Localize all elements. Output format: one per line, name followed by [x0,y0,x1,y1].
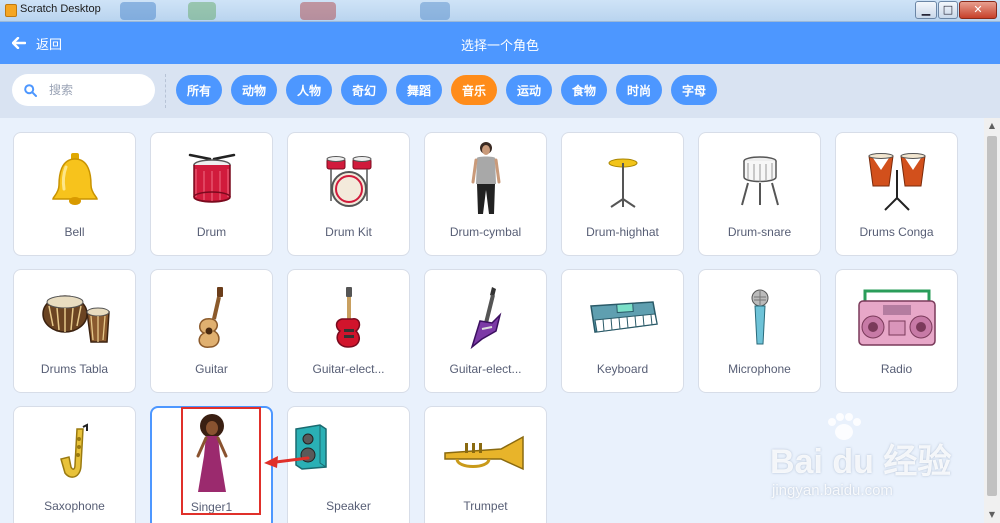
window-title: Scratch Desktop [20,3,101,15]
scroll-up-arrow-icon[interactable]: ▲ [984,118,1000,134]
search-input[interactable] [49,83,139,97]
sprite-name: Saxophone [44,499,105,513]
maximize-button[interactable]: □ [938,1,958,19]
drum-highhat-icon [562,141,683,221]
sprite-card-bell[interactable]: Bell [13,132,136,256]
drums-conga-icon [836,141,957,221]
sprite-name: Guitar [195,362,228,376]
background-thumbnail [300,2,336,20]
filter-bar: 所有 动物 人物 奇幻 舞蹈 音乐 运动 食物 时尚 字母 [0,64,1000,118]
sprite-card-speaker[interactable]: Speaker [287,406,410,523]
speaker-icon [250,407,371,487]
tag-music[interactable]: 音乐 [451,75,497,105]
sprite-card-drum-snare[interactable]: Drum-snare [698,132,821,256]
microphone-icon [699,278,820,358]
back-label: 返回 [36,37,63,53]
search-icon [24,83,37,97]
tag-fantasy[interactable]: 奇幻 [341,75,387,105]
scroll-down-arrow-icon[interactable]: ▼ [984,507,1000,523]
keyboard-icon [562,278,683,358]
sprite-name: Drum Kit [325,225,372,239]
tag-animals[interactable]: 动物 [231,75,277,105]
drums-tabla-icon [14,278,135,358]
sprite-card-trumpet[interactable]: Trumpet [424,406,547,523]
sprite-name: Guitar-elect... [449,362,522,376]
sprite-name: Singer1 [190,500,233,514]
sprite-name: Radio [880,362,913,376]
sprite-card-saxophone[interactable]: Saxophone [13,406,136,523]
drum-icon [151,141,272,221]
radio-icon [836,278,957,358]
bell-icon [14,141,135,221]
page-title: 选择一个角色 [460,39,539,54]
vertical-scrollbar[interactable]: ▲ ▼ [984,118,1000,523]
sprite-name: Microphone [728,362,791,376]
tag-food[interactable]: 食物 [561,75,607,105]
sprite-card-drums-tabla[interactable]: Drums Tabla [13,269,136,393]
tag-people[interactable]: 人物 [286,75,332,105]
sprite-card-microphone[interactable]: Microphone [698,269,821,393]
drum-cymbal-icon [425,137,546,223]
back-button[interactable]: 返回 [12,22,62,64]
sprite-name: Drums Conga [859,225,934,239]
sprite-name: Drums Tabla [40,362,109,376]
sprite-card-radio[interactable]: Radio [835,269,958,393]
minimize-button[interactable]: ▁ [915,1,937,19]
tag-sports[interactable]: 运动 [506,75,552,105]
sprite-card-drum[interactable]: Drum [150,132,273,256]
saxophone-icon [14,415,135,495]
sprite-name: Keyboard [596,362,649,376]
sprite-card-drum-cymbal[interactable]: Drum-cymbal [424,132,547,256]
tag-fashion[interactable]: 时尚 [616,75,662,105]
sprite-card-guitar-electric1[interactable]: Guitar-elect... [287,269,410,393]
sprite-name: Drum-highhat [586,225,659,239]
scratch-app-icon [5,4,17,17]
sprite-card-guitar[interactable]: Guitar [150,269,273,393]
library-header: 返回 选择一个角色 [0,22,1000,64]
close-button[interactable]: ✕ [959,1,997,19]
sprite-card-guitar-electric2[interactable]: Guitar-elect... [424,269,547,393]
sprite-name: Drum [196,225,227,239]
scroll-thumb[interactable] [987,136,997,496]
window-titlebar: Scratch Desktop ▁ □ ✕ [0,0,1000,22]
sprite-name: Guitar-elect... [312,362,385,376]
sprite-grid: Bell Drum Drum Kit Drum-cymbal Drum-high… [0,118,984,523]
trumpet-icon [425,415,546,495]
filter-divider [165,74,166,108]
background-thumbnail [420,2,450,20]
sprite-name: Drum-snare [727,225,792,239]
drum-snare-icon [699,141,820,221]
tag-all[interactable]: 所有 [176,75,222,105]
sprite-name: Bell [64,225,85,239]
sprite-name: Drum-cymbal [449,225,522,239]
background-thumbnail [188,2,216,20]
sprite-name: Trumpet [463,499,508,513]
guitar-electric2-icon [425,278,546,358]
tag-letters[interactable]: 字母 [671,75,717,105]
sprite-card-drum-highhat[interactable]: Drum-highhat [561,132,684,256]
guitar-icon [151,278,272,358]
sprite-name: Speaker [326,499,371,513]
sprite-card-drums-conga[interactable]: Drums Conga [835,132,958,256]
tag-list: 所有 动物 人物 奇幻 舞蹈 音乐 运动 食物 时尚 字母 [176,75,717,105]
search-box[interactable] [12,74,155,106]
tag-dance[interactable]: 舞蹈 [396,75,442,105]
guitar-electric1-icon [288,278,409,358]
sprite-card-keyboard[interactable]: Keyboard [561,269,684,393]
drum-kit-icon [288,141,409,221]
background-thumbnail [120,2,156,20]
sprite-card-drum-kit[interactable]: Drum Kit [287,132,410,256]
back-arrow-icon [12,37,26,49]
